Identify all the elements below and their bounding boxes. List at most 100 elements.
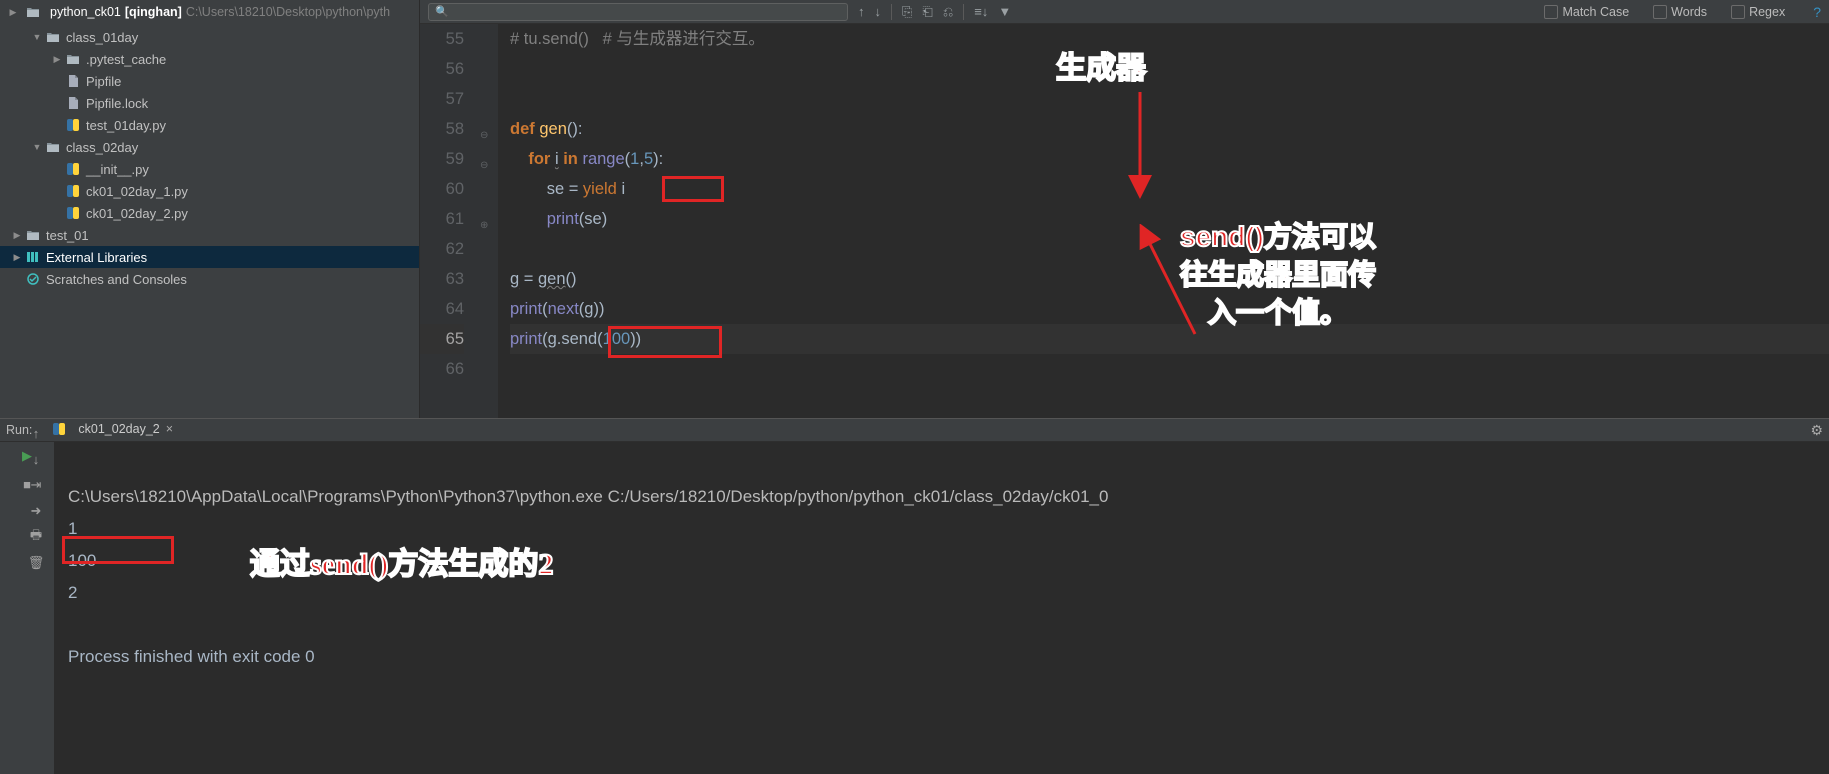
run-tab-label: ck01_02day_2 (78, 422, 159, 436)
line-number: 55 (420, 24, 464, 54)
tree-item[interactable]: ▶ test_01 (0, 224, 419, 246)
chevron-right-icon[interactable]: ▶ (6, 7, 20, 18)
tree-item[interactable]: __init__.py (0, 158, 419, 180)
folder-icon (44, 29, 62, 45)
remove-selection-icon[interactable]: ⎌ (943, 4, 953, 20)
line-number: 60 (420, 174, 464, 204)
trash-icon[interactable]: 🗑 (28, 555, 44, 571)
project-path-label: C:\Users\18210\Desktop\python\pyth (186, 5, 390, 19)
line-number: 62 (420, 234, 464, 264)
select-all-icon[interactable]: ⎗ (922, 4, 932, 20)
run-toolbar: ▶ ■ ↑ ↓ ⇥ ➜ 🖶 🗑 (0, 442, 54, 774)
tree-item-label: test_01day.py (86, 118, 166, 133)
tree-item-label: Pipfile.lock (86, 96, 148, 111)
folder-icon (44, 139, 62, 155)
filter-down-icon[interactable]: ≡↓ (974, 4, 988, 19)
py-icon (64, 183, 82, 199)
regex-checkbox[interactable]: Regex (1731, 5, 1785, 19)
line-number: 66 (420, 354, 464, 384)
tree-item-label: External Libraries (46, 250, 147, 265)
fold-icon[interactable]: ⊖ (480, 121, 488, 151)
lib-icon (24, 249, 42, 265)
folder-icon (24, 227, 42, 243)
gear-icon[interactable]: ⚙ (1810, 422, 1823, 439)
console-line: 2 (68, 583, 77, 602)
chevron-icon[interactable]: ▼ (30, 142, 44, 152)
run-panel: Run: ck01_02day_2 × ⚙ ▶ ■ ↑ ↓ ⇥ ➜ 🖶 🗑 C:… (0, 418, 1829, 773)
tree-item-label: Scratches and Consoles (46, 272, 187, 287)
project-root-label: python_ck01 (50, 5, 121, 19)
prev-match-icon[interactable]: ↑ (858, 4, 865, 19)
file-icon (64, 73, 82, 89)
tree-item[interactable]: ck01_02day_2.py (0, 202, 419, 224)
chevron-icon[interactable]: ▶ (10, 252, 24, 263)
project-branch-label: [qinghan] (125, 5, 182, 19)
tree-item[interactable]: test_01day.py (0, 114, 419, 136)
py-icon (64, 161, 82, 177)
tree-item[interactable]: ▼ class_01day (0, 26, 419, 48)
up-icon[interactable]: ↑ (28, 425, 44, 441)
console-line: 1 (68, 519, 77, 538)
close-icon[interactable]: × (166, 422, 173, 436)
find-bar: 🔍 ↑ ↓ ⎘ ⎗ ⎌ ≡↓ ▼ Match Case Words Regex … (420, 0, 1829, 24)
tree-item[interactable]: Pipfile (0, 70, 419, 92)
line-number: 59 (420, 144, 464, 174)
match-case-checkbox[interactable]: Match Case (1544, 5, 1629, 19)
line-number: 57 (420, 84, 464, 114)
scratch-icon (24, 271, 42, 287)
fold-gutter: ⊖ ⊖ ⊕ (478, 24, 498, 418)
console-line: Process finished with exit code 0 (68, 647, 315, 666)
code-line: # tu.send() # 与生成器进行交互。 (510, 30, 765, 48)
editor-area: 🔍 ↑ ↓ ⎘ ⎗ ⎌ ≡↓ ▼ Match Case Words Regex … (420, 0, 1829, 418)
print-icon[interactable]: 🖶 (28, 529, 44, 545)
run-header: Run: ck01_02day_2 × ⚙ (0, 419, 1829, 442)
breadcrumb: ▶ python_ck01 [qinghan] C:\Users\18210\D… (0, 0, 419, 24)
console-output[interactable]: C:\Users\18210\AppData\Local\Programs\Py… (54, 442, 1829, 774)
tree-item-label: ck01_02day_1.py (86, 184, 188, 199)
tree-item[interactable]: ck01_02day_1.py (0, 180, 419, 202)
tree-item-label: ck01_02day_2.py (86, 206, 188, 221)
file-tree[interactable]: ▼class_01day▶.pytest_cachePipfilePipfile… (0, 24, 419, 418)
tree-item[interactable]: Scratches and Consoles (0, 268, 419, 290)
fold-end-icon[interactable]: ⊕ (480, 211, 488, 241)
line-number: 61 (420, 204, 464, 234)
tree-item[interactable]: ▼class_02day (0, 136, 419, 158)
words-checkbox[interactable]: Words (1653, 5, 1707, 19)
project-tree-panel: ▶ python_ck01 [qinghan] C:\Users\18210\D… (0, 0, 420, 418)
tree-item[interactable]: Pipfile.lock (0, 92, 419, 114)
code-body[interactable]: # tu.send() # 与生成器进行交互。 def gen(): for i… (498, 24, 1829, 418)
line-number: 56 (420, 54, 464, 84)
down-icon[interactable]: ↓ (28, 451, 44, 467)
fold-icon[interactable]: ⊖ (480, 151, 488, 181)
chevron-icon[interactable]: ▼ (30, 32, 44, 42)
folder-icon (64, 51, 82, 67)
console-line: 100 (68, 551, 96, 570)
tree-item-label: __init__.py (86, 162, 149, 177)
wrap-icon[interactable]: ⇥ (28, 477, 44, 493)
search-icon: 🔍 (435, 5, 449, 18)
help-icon[interactable]: ? (1813, 4, 1821, 20)
search-input[interactable]: 🔍 (428, 3, 848, 21)
tree-item-label: .pytest_cache (86, 52, 166, 67)
tree-item[interactable]: ▶ .pytest_cache (0, 48, 419, 70)
file-icon (64, 95, 82, 111)
chevron-icon[interactable]: ▶ (50, 54, 64, 65)
tree-item[interactable]: ▶ External Libraries (0, 246, 419, 268)
code-editor[interactable]: 555657585960616263646566 ⊖ ⊖ ⊕ # tu.send… (420, 24, 1829, 418)
console-command: C:\Users\18210\AppData\Local\Programs\Py… (68, 487, 1108, 506)
py-icon (64, 205, 82, 221)
run-tab[interactable]: ck01_02day_2 × (42, 419, 181, 441)
line-gutter: 555657585960616263646566 (420, 24, 478, 418)
chevron-icon[interactable]: ▶ (10, 230, 24, 241)
next-match-icon[interactable]: ↓ (875, 4, 882, 19)
annotation-output: 通过send()方法生成的2 (250, 550, 553, 580)
line-number: 64 (420, 294, 464, 324)
add-selection-icon[interactable]: ⎘ (902, 4, 912, 20)
export-icon[interactable]: ➜ (28, 503, 44, 519)
line-number: 58 (420, 114, 464, 144)
tree-item-label: test_01 (46, 228, 89, 243)
line-number: 65 (420, 324, 464, 354)
tree-item-label: class_01day (66, 30, 138, 45)
tree-item-label: Pipfile (86, 74, 121, 89)
filter-icon[interactable]: ▼ (998, 4, 1011, 19)
